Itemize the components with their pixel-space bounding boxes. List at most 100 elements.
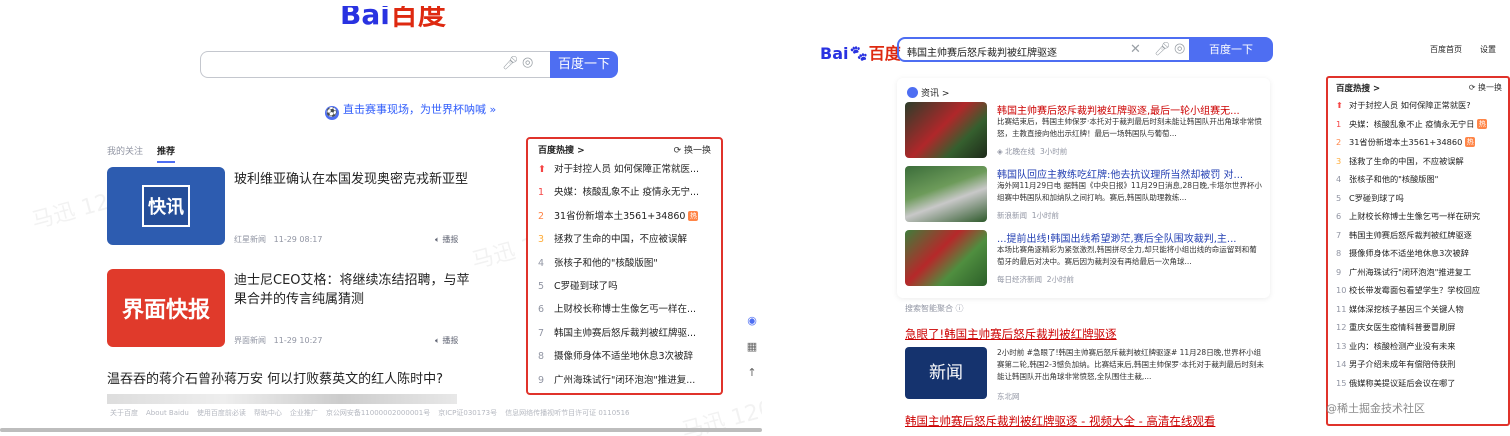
hot-item[interactable]: 10 校长带发霉面包看望学生？学校回应 bbox=[1336, 284, 1504, 303]
hot-item-text: 校长带发霉面包看望学生？学校回应 bbox=[1349, 285, 1481, 295]
feedback-icon[interactable]: ◉ bbox=[745, 308, 759, 334]
hot-item[interactable]: 2 31省份新增本土3561+34860 热 bbox=[1336, 136, 1504, 155]
hot-item[interactable]: 5 C罗碰到球了吗 bbox=[1336, 192, 1504, 211]
hot-item[interactable]: 8 摄像师身体不适坐地休息3次被辞 bbox=[538, 348, 711, 371]
hot-badge: 热 bbox=[1477, 118, 1488, 129]
news-meta: 新浪新闻 1小时前 bbox=[997, 210, 1059, 221]
search-button[interactable]: 百度一下 bbox=[550, 51, 618, 78]
nav-home-link[interactable]: 百度首页 bbox=[1430, 44, 1462, 55]
news-image[interactable] bbox=[905, 230, 987, 286]
footer-link[interactable]: 关于百度 bbox=[110, 409, 138, 417]
logo-text: Bai bbox=[820, 44, 849, 63]
news-image[interactable] bbox=[905, 102, 987, 158]
footer-link[interactable]: 帮助中心 bbox=[254, 409, 282, 417]
hot-item[interactable]: 15 俄媒称美提议延后会议在哪了 bbox=[1336, 377, 1504, 396]
mic-icon[interactable]: 🎤︎ bbox=[1154, 42, 1171, 57]
hot-item[interactable]: 4 张核子和他的"核酸版图" bbox=[538, 255, 711, 278]
hot-item[interactable]: 1 央媒：核酸乱象不止 疫情永无宁... bbox=[538, 184, 711, 207]
horizontal-scrollbar[interactable] bbox=[0, 428, 762, 432]
search-input[interactable] bbox=[200, 51, 550, 78]
play-button[interactable]: 🔈︎ 播报 bbox=[435, 335, 458, 346]
hot-rank: 9 bbox=[538, 374, 545, 386]
result-title[interactable]: 急眼了!韩国主帅赛后怒斥裁判被红牌驱逐 bbox=[905, 326, 1117, 342]
hot-item[interactable]: 11 媒体深挖核子基因三个关键人物 bbox=[1336, 303, 1504, 322]
speaker-icon: 🔈︎ bbox=[435, 235, 440, 244]
footer-link[interactable]: 京公网安备11000002000001号 bbox=[326, 409, 430, 417]
hot-item[interactable]: 6 上财校长称博士生像乞丐一样在研究 bbox=[1336, 210, 1504, 229]
promo-text: 直击赛事现场，为世界杯呐喊 » bbox=[343, 103, 497, 116]
hot-badge: 热 bbox=[1465, 137, 1476, 147]
camera-icon[interactable]: ◎ bbox=[522, 55, 533, 70]
play-button[interactable]: 🔈︎ 播报 bbox=[435, 234, 458, 245]
footer-link[interactable]: 企业推广 bbox=[290, 409, 318, 417]
paw-icon: 🐾︎ bbox=[848, 44, 869, 63]
hot-item[interactable]: 5 C罗碰到球了吗 bbox=[538, 278, 711, 301]
hot-item[interactable]: 7 韩国主帅赛后怒斥裁判被红牌驱逐 bbox=[1336, 229, 1504, 248]
back-to-top-icon[interactable]: ↑ bbox=[745, 360, 759, 386]
hot-item[interactable]: 7 韩国主帅赛后怒斥裁判被红牌驱... bbox=[538, 325, 711, 348]
refresh-button[interactable]: ⟳ 换一换 bbox=[674, 143, 711, 156]
promo-link[interactable]: ⚽ 直击赛事现场，为世界杯呐喊 » bbox=[325, 101, 496, 120]
info-icon: ⓘ bbox=[955, 304, 964, 313]
mic-icon[interactable]: 🎤︎ bbox=[502, 56, 519, 71]
hot-item[interactable]: 13 业内：核酸检测产业没有未来 bbox=[1336, 340, 1504, 359]
hot-rank: 7 bbox=[538, 327, 545, 339]
news-meta: 界面新闻 11-29 10:27 bbox=[234, 335, 322, 346]
news-title[interactable]: 韩国队回应主教练吃红牌:他去抗议理所当然却被罚 对... bbox=[997, 166, 1262, 181]
hot-item[interactable]: 14 男子介绍未成年有偿陪侍获刑 bbox=[1336, 358, 1504, 377]
tab-my-follow[interactable]: 我的关注 bbox=[107, 147, 143, 157]
hot-rank: 5 bbox=[1336, 192, 1342, 203]
hot-item-text: 俄媒称美提议延后会议在哪了 bbox=[1349, 377, 1456, 388]
news-card-header[interactable]: 资讯 > bbox=[907, 86, 949, 99]
news-title[interactable]: 玻利维亚确认在本国发现奥密克戎新亚型 bbox=[234, 170, 494, 189]
hot-item-text: 摄像师身体不适坐地休息3次被辞 bbox=[1349, 248, 1469, 258]
news-thumbnail[interactable]: 界面快报 bbox=[107, 269, 225, 347]
clear-icon[interactable]: ✕ bbox=[1130, 42, 1141, 57]
news-meta: 每日经济新闻 2小时前 bbox=[997, 274, 1074, 285]
hot-item[interactable]: 12 重庆女医生疫情科普要冒刷屏 bbox=[1336, 321, 1504, 340]
search-button[interactable]: 百度一下 bbox=[1189, 37, 1273, 62]
hot-rank: 2 bbox=[1336, 137, 1342, 147]
hot-item[interactable]: 4 张核子和他的"核酸版图" bbox=[1336, 173, 1504, 192]
news-title[interactable]: ...提前出线!韩国出线希望渺茫,赛后全队围攻裁判,主... bbox=[997, 230, 1262, 245]
news-meta: ◈ 北晚在线 3小时前 bbox=[997, 146, 1067, 157]
news-title[interactable]: 韩国主帅赛后怒斥裁判被红牌驱逐,最后一轮小组赛无... bbox=[997, 102, 1262, 117]
hot-item[interactable]: 6 上财校长称博士生像乞丐一样在... bbox=[538, 301, 711, 324]
footer-link[interactable]: About Baidu bbox=[146, 409, 189, 417]
footer-link[interactable]: 使用百度前必读 bbox=[197, 409, 246, 417]
baidu-logo[interactable]: Bai百度 bbox=[340, 6, 446, 30]
hot-rank: 9 bbox=[1336, 266, 1342, 277]
refresh-label: 换一换 bbox=[683, 146, 711, 156]
search-input[interactable]: 韩国主帅赛后怒斥裁判被红牌驱逐 bbox=[897, 37, 1189, 62]
footer-link[interactable]: 信息网络传播视听节目许可证 0110516 bbox=[505, 409, 629, 417]
hot-item[interactable]: ⬆ 对于封控人员 如何保障正常就医? bbox=[1336, 99, 1504, 118]
hot-item[interactable]: 9 广州海珠试行"闭环泡泡"推进复工 bbox=[1336, 266, 1504, 285]
hot-rank: 2 bbox=[538, 210, 545, 222]
news-title[interactable]: 迪士尼CEO艾格：将继续冻结招聘，与苹果合并的传言纯属猜测 bbox=[234, 271, 474, 309]
tab-recommend[interactable]: 推荐 bbox=[157, 147, 176, 163]
hot-search-title[interactable]: 百度热搜 > bbox=[538, 143, 585, 156]
hot-search-title[interactable]: 百度热搜 > bbox=[1336, 82, 1380, 94]
nav-settings-link[interactable]: 设置 bbox=[1480, 44, 1496, 55]
hot-item[interactable]: 9 广州海珠试行"闭环泡泡"推进复... bbox=[538, 372, 711, 395]
baidu-logo[interactable]: Bai🐾︎百度 bbox=[820, 40, 901, 64]
news-title[interactable]: 温吞吞的蒋介石曾孙蒋万安 何以打败蔡英文的红人陈时中? bbox=[107, 368, 443, 387]
hot-item[interactable]: 2 31省份新增本土3561+34860 热 bbox=[538, 208, 711, 231]
qrcode-icon[interactable]: ▦ bbox=[745, 334, 759, 360]
result-title[interactable]: 韩国主帅赛后怒斥裁判被红牌驱逐 - 视频大全 - 高清在线观看 bbox=[905, 413, 1215, 429]
worldcup-icon: ⚽ bbox=[325, 106, 339, 120]
thumb-label: 快讯 bbox=[142, 185, 190, 227]
news-thumbnail[interactable]: 快讯 bbox=[107, 167, 225, 245]
hot-item[interactable]: 1 央媒：核酸乱象不止 疫情永无宁日热 bbox=[1336, 118, 1504, 137]
camera-icon[interactable]: ◎ bbox=[1174, 41, 1185, 56]
result-thumbnail[interactable]: 新闻 bbox=[905, 347, 987, 399]
hot-item-text: 31省份新增本土3561+34860 bbox=[1349, 137, 1463, 147]
news-image[interactable] bbox=[905, 166, 987, 222]
hot-item[interactable]: 8 摄像师身体不适坐地休息3次被辞 bbox=[1336, 247, 1504, 266]
hot-item[interactable]: 3 拯救了生命的中国，不应被误解 bbox=[1336, 155, 1504, 174]
hot-item[interactable]: 3 拯救了生命的中国，不应被误解 bbox=[538, 231, 711, 254]
refresh-button[interactable]: ⟳ 换一换 bbox=[1469, 82, 1502, 93]
hot-item[interactable]: ⬆ 对于封控人员 如何保障正常就医... bbox=[538, 161, 711, 184]
hot-item-text: 上财校长称博士生像乞丐一样在研究 bbox=[1349, 211, 1481, 221]
footer-link[interactable]: 京ICP证030173号 bbox=[438, 409, 497, 417]
